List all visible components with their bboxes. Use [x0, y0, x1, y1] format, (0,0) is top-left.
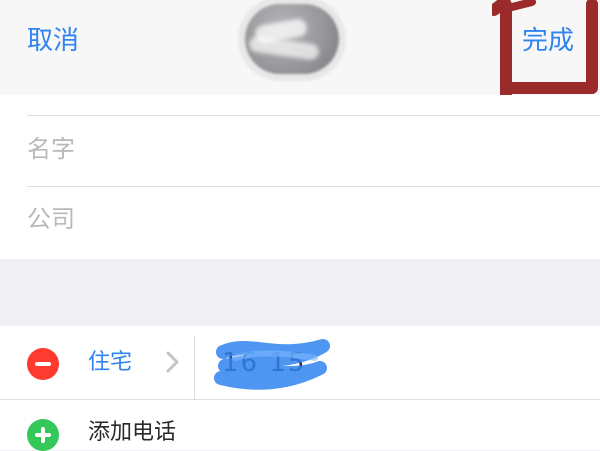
section-spacer	[0, 259, 600, 326]
add-phone-label[interactable]: 添加电话	[88, 418, 176, 448]
add-phone-row[interactable]: 添加电话	[0, 399, 600, 451]
done-button[interactable]: 完成	[522, 24, 574, 58]
contact-editor-header: 取消 完成	[0, 0, 600, 96]
phone-section: 住宅 16 15 添加电话	[0, 326, 600, 451]
plus-circle-icon[interactable]	[27, 419, 59, 451]
avatar[interactable]	[245, 4, 339, 74]
phone-type-label[interactable]: 住宅	[88, 348, 132, 378]
minus-circle-icon[interactable]	[27, 348, 59, 380]
name-field[interactable]: 名字	[27, 115, 600, 187]
name-placeholder: 名字	[27, 135, 75, 163]
chevron-right-icon[interactable]	[165, 350, 181, 374]
name-company-section: 名字 公司	[0, 95, 600, 259]
phone-number-input[interactable]: 16 15	[222, 348, 306, 378]
company-field[interactable]: 公司	[27, 186, 600, 256]
cancel-button[interactable]: 取消	[27, 24, 79, 58]
company-placeholder: 公司	[27, 205, 75, 233]
phone-row: 住宅 16 15	[0, 326, 600, 400]
field-divider	[194, 336, 195, 399]
